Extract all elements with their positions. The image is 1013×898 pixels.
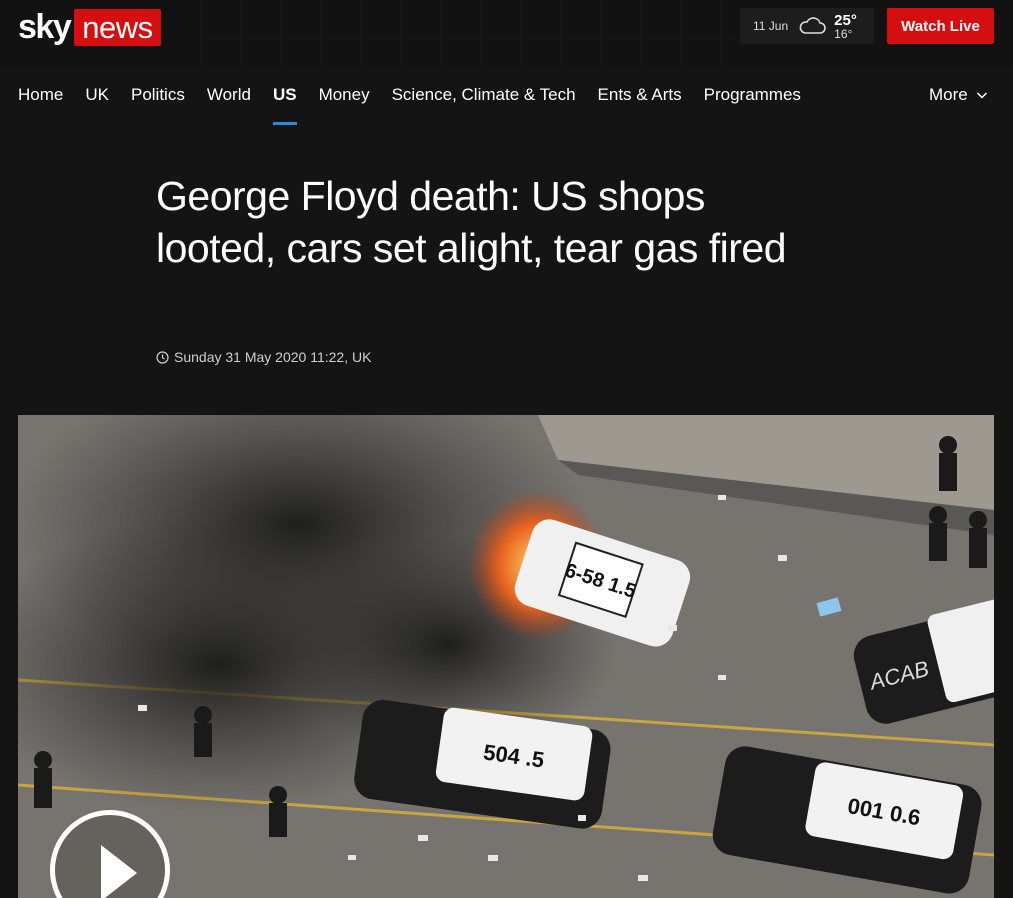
top-bar: sky news 11 Jun 25° 16° Watch Live xyxy=(0,0,1013,66)
weather-date: 11 Jun xyxy=(753,19,789,33)
weather-high: 25° xyxy=(834,11,857,29)
nav-item-money[interactable]: Money xyxy=(319,66,370,126)
nav-item-world[interactable]: World xyxy=(207,66,251,126)
header-pattern xyxy=(200,0,760,66)
chevron-down-icon xyxy=(976,92,987,99)
main-nav: Home UK Politics World US Money Science,… xyxy=(0,66,1013,126)
weather-temps: 25° 16° xyxy=(834,13,857,40)
article-headline: George Floyd death: US shops looted, car… xyxy=(156,173,787,271)
nav-more-button[interactable]: More xyxy=(929,66,988,124)
logo-sky-text: sky xyxy=(18,8,72,46)
sky-news-logo[interactable]: sky news xyxy=(18,8,161,46)
nav-items: Home UK Politics World US Money Science,… xyxy=(18,66,823,126)
play-icon xyxy=(101,845,137,898)
weather-low: 16° xyxy=(834,26,853,41)
hero-image: 6-58 1.5 504 .5 ACAB 001 0.6 xyxy=(18,415,994,898)
nav-item-science-climate-tech[interactable]: Science, Climate & Tech xyxy=(392,66,576,126)
nav-item-home[interactable]: Home xyxy=(18,66,63,126)
watch-live-button[interactable]: Watch Live xyxy=(887,8,994,44)
nav-item-us[interactable]: US xyxy=(272,66,297,126)
clock-icon xyxy=(156,350,169,364)
nav-more-label: More xyxy=(929,85,968,104)
weather-widget[interactable]: 11 Jun 25° 16° xyxy=(740,8,874,44)
nav-item-uk[interactable]: UK xyxy=(85,66,109,126)
hero-video[interactable]: 6-58 1.5 504 .5 ACAB 001 0.6 xyxy=(18,415,994,898)
nav-item-programmes[interactable]: Programmes xyxy=(704,66,801,126)
nav-item-ents-arts[interactable]: Ents & Arts xyxy=(598,66,682,126)
cloud-icon xyxy=(799,17,826,34)
timestamp-text: Sunday 31 May 2020 11:22, UK xyxy=(174,349,372,365)
nav-item-politics[interactable]: Politics xyxy=(131,66,185,126)
article-timestamp: Sunday 31 May 2020 11:22, UK xyxy=(156,349,371,365)
logo-news-text: news xyxy=(74,8,161,46)
